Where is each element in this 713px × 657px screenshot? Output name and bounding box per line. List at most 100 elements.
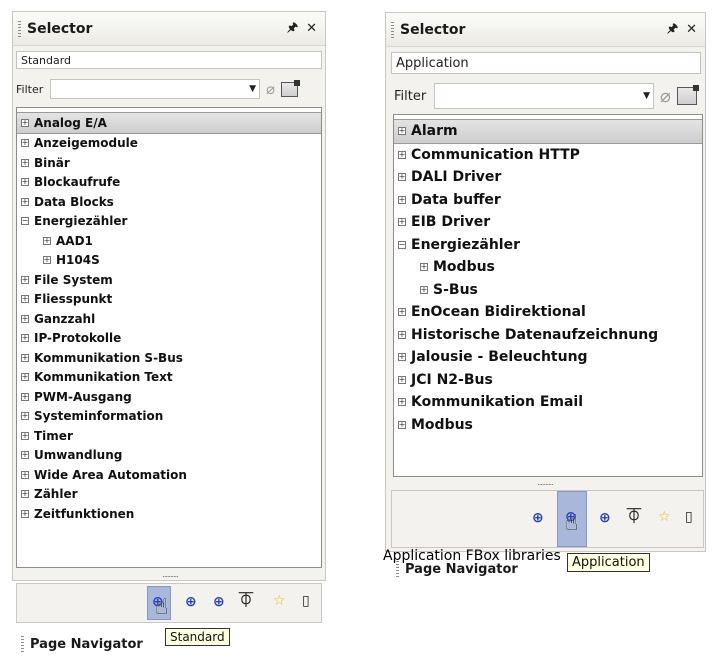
tree-item[interactable]: + Systeminformation (17, 407, 321, 427)
tree-item[interactable]: + Timer (17, 426, 321, 446)
fbox-button[interactable]: ⏁ (239, 594, 253, 608)
tree-item[interactable]: + Jalousie - Beleuchtung (394, 346, 702, 369)
properties-icon[interactable] (676, 85, 699, 105)
pin-icon[interactable]: 🖈︎ (287, 18, 298, 39)
expand-icon[interactable]: + (43, 256, 51, 265)
expand-icon[interactable]: + (21, 353, 29, 362)
expand-icon[interactable]: + (21, 275, 29, 284)
expand-icon[interactable]: + (21, 118, 29, 127)
tree-item[interactable]: − Energiezähler (17, 212, 321, 232)
expand-icon[interactable]: + (21, 334, 29, 343)
expand-icon[interactable]: + (398, 195, 406, 204)
expand-icon[interactable]: + (420, 263, 428, 272)
tree-item[interactable]: + Kommunikation S-Bus (17, 348, 321, 368)
tree-item[interactable]: + EnOcean Bidirektional (394, 301, 702, 324)
tree-item[interactable]: + Data buffer (394, 189, 702, 212)
tree-item[interactable]: + Ganzzahl (17, 309, 321, 329)
tree-item[interactable]: + Modbus (394, 414, 702, 437)
left-filter-input[interactable]: ▼ (50, 79, 260, 99)
pin-icon[interactable]: 🖈︎ (667, 19, 678, 40)
tree-item[interactable]: + Kommunikation Text (17, 368, 321, 388)
application-library-button[interactable]: ⊕ (185, 595, 197, 609)
expand-icon[interactable]: + (398, 218, 406, 227)
tree-item[interactable]: + Analog E/A (17, 112, 321, 134)
expand-icon[interactable]: + (21, 314, 29, 323)
expand-icon[interactable]: + (21, 295, 29, 304)
right-library-section-label[interactable]: Application (391, 52, 701, 74)
tree-item[interactable]: + H104S (17, 251, 321, 271)
left-library-tree[interactable]: + Analog E/A + Anzeigemodule + Binär + Blockauf… (16, 107, 322, 568)
expand-icon[interactable]: + (21, 470, 29, 479)
expand-icon[interactable]: + (43, 236, 51, 245)
tree-item[interactable]: + Binär (17, 153, 321, 173)
tree-item[interactable]: + IP-Protokolle (17, 329, 321, 349)
expand-icon[interactable]: + (21, 412, 29, 421)
standard-library-button[interactable]: ⊕ (532, 511, 544, 525)
tree-item[interactable]: + EIB Driver (394, 211, 702, 234)
tree-item[interactable]: + Modbus (394, 256, 702, 279)
eraser-icon[interactable]: ⌀ (660, 86, 671, 107)
expand-icon[interactable]: + (398, 127, 406, 136)
expand-icon[interactable]: + (21, 451, 29, 460)
tree-item[interactable]: − Energiezähler (394, 234, 702, 257)
expand-icon[interactable]: + (398, 150, 406, 159)
properties-icon[interactable] (281, 79, 301, 97)
panel-icon[interactable]: ▯ (302, 594, 310, 608)
expand-icon[interactable]: + (420, 285, 428, 294)
tree-item[interactable]: + JCI N2-Bus (394, 369, 702, 392)
expand-icon[interactable]: + (21, 197, 29, 206)
tree-item[interactable]: + PWM-Ausgang (17, 387, 321, 407)
tree-item[interactable]: + Zeitfunktionen (17, 504, 321, 524)
expand-icon[interactable]: + (21, 373, 29, 382)
chevron-down-icon[interactable]: ▼ (249, 84, 256, 94)
left-page-navigator[interactable]: Page Navigator (16, 633, 143, 655)
tree-item[interactable]: + AAD1 (17, 231, 321, 251)
tree-item[interactable]: + Kommunikation Email (394, 391, 702, 414)
tree-item[interactable]: + Wide Area Automation (17, 465, 321, 485)
tree-item[interactable]: + File System (17, 270, 321, 290)
expand-icon[interactable]: + (21, 431, 29, 440)
user-library-button[interactable]: ⊕ (213, 595, 225, 609)
right-filter-input[interactable]: ▼ (434, 83, 654, 109)
expand-icon[interactable]: + (398, 308, 406, 317)
collapse-icon[interactable]: − (21, 217, 29, 226)
user-library-button[interactable]: ⊕ (599, 511, 611, 525)
expand-icon[interactable]: + (21, 139, 29, 148)
favorites-star-icon[interactable]: ☆ (658, 510, 671, 524)
favorites-star-icon[interactable]: ☆ (273, 594, 286, 608)
expand-icon[interactable]: + (21, 392, 29, 401)
panel-icon[interactable]: ▯ (685, 510, 693, 524)
right-resize-dots[interactable]: .......... (525, 479, 565, 487)
left-resize-dots[interactable]: .......... (150, 571, 190, 579)
close-icon[interactable]: ✕ (306, 21, 317, 36)
fbox-button[interactable]: ⏁ (627, 510, 641, 524)
drag-grip-icon[interactable] (18, 20, 21, 37)
chevron-down-icon[interactable]: ▼ (643, 91, 650, 101)
right-library-tree[interactable]: + Alarm + Communication HTTP + DALI Driver + Da… (393, 114, 703, 477)
tree-item[interactable]: + Fliesspunkt (17, 290, 321, 310)
tree-item[interactable]: + Communication HTTP (394, 144, 702, 167)
expand-icon[interactable]: + (398, 330, 406, 339)
expand-icon[interactable]: + (398, 375, 406, 384)
expand-icon[interactable]: + (21, 158, 29, 167)
collapse-icon[interactable]: − (398, 240, 406, 249)
close-icon[interactable]: ✕ (686, 22, 697, 37)
tree-item[interactable]: + Anzeigemodule (17, 134, 321, 154)
tree-item[interactable]: + Data Blocks (17, 192, 321, 212)
left-library-section-label[interactable]: Standard (16, 51, 322, 69)
expand-icon[interactable]: + (21, 490, 29, 499)
expand-icon[interactable]: + (398, 173, 406, 182)
tree-item[interactable]: + Umwandlung (17, 446, 321, 466)
tree-item[interactable]: + Alarm (394, 119, 702, 144)
expand-icon[interactable]: + (398, 398, 406, 407)
expand-icon[interactable]: + (21, 178, 29, 187)
expand-icon[interactable]: + (398, 353, 406, 362)
tree-item[interactable]: + S-Bus (394, 279, 702, 302)
tree-item[interactable]: + Historische Datenaufzeichnung (394, 324, 702, 347)
tree-item[interactable]: + DALI Driver (394, 166, 702, 189)
drag-grip-icon[interactable] (391, 21, 394, 38)
expand-icon[interactable]: + (398, 420, 406, 429)
tree-item[interactable]: + Blockaufrufe (17, 173, 321, 193)
tree-item[interactable]: + Zähler (17, 485, 321, 505)
expand-icon[interactable]: + (21, 509, 29, 518)
